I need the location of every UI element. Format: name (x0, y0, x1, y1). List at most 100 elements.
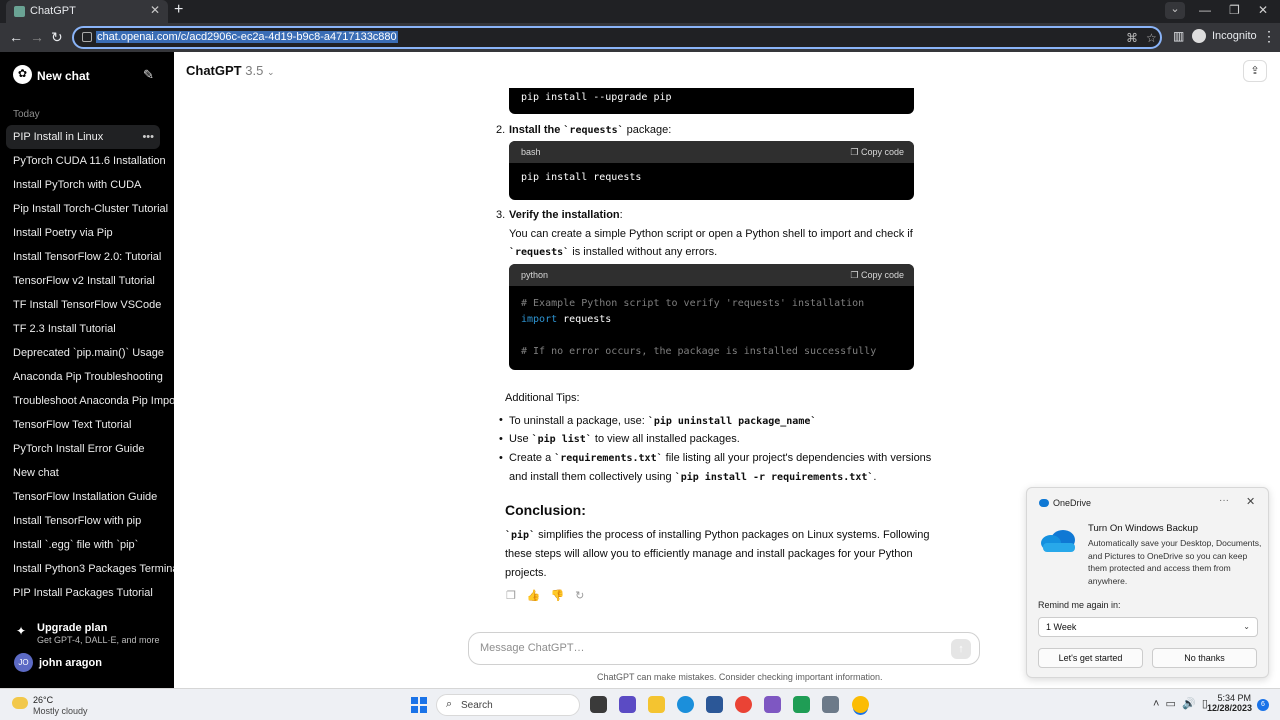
history-item[interactable]: TF Install TensorFlow VSCode (0, 293, 174, 317)
back-icon[interactable]: ← (9, 29, 23, 45)
history-item[interactable]: PyTorch Install Error Guide (0, 437, 174, 461)
tab-close-icon[interactable]: ✕ (150, 3, 160, 17)
bookmark-star-icon[interactable]: ☆ (1146, 31, 1157, 45)
lets-get-started-button[interactable]: Let's get started (1038, 648, 1143, 668)
new-chat-button[interactable]: New chat (37, 69, 90, 83)
remind-label: Remind me again in: (1038, 600, 1121, 610)
history-item[interactable]: PyTorch CUDA 11.6 Installation (0, 149, 174, 173)
tab-search-icon[interactable]: ⌄ (1165, 2, 1185, 19)
message-input[interactable]: Message ChatGPT… (480, 642, 585, 654)
regenerate-icon[interactable]: ↻ (575, 589, 584, 602)
history-item[interactable]: TF 2.3 Install Tutorial (0, 317, 174, 341)
chevron-down-icon: ⌄ (266, 67, 275, 77)
taskbar-search[interactable]: ⌕ Search (436, 694, 580, 716)
window-close-icon[interactable]: ✕ (1258, 3, 1268, 17)
model-version: 3.5 (245, 63, 264, 78)
copy-code-button[interactable]: ❐ Copy code (850, 264, 904, 286)
browser-tab[interactable]: ChatGPT ✕ (6, 0, 168, 23)
history-item[interactable]: Install Python3 Packages Terminal (0, 557, 174, 581)
history-item[interactable]: TensorFlow v2 Install Tutorial (0, 269, 174, 293)
incognito-tracking-icon[interactable]: ⌘ (1126, 31, 1138, 45)
tip-text: To uninstall a package, use: (509, 415, 648, 427)
thumbs-up-icon[interactable]: 👍 (527, 589, 541, 602)
clock[interactable]: 5:34 PM 12/28/2023 (1207, 693, 1252, 713)
share-icon[interactable]: ⇪ (1243, 60, 1267, 82)
restore-icon[interactable]: ❐ (1229, 3, 1240, 17)
chevron-down-icon: ⌄ (1243, 622, 1250, 631)
inline-code: `pip` (505, 530, 536, 541)
model-selector[interactable]: ChatGPT 3.5 ⌄ (186, 63, 275, 78)
history-item[interactable]: Anaconda Pip Troubleshooting (0, 365, 174, 389)
side-panel-icon[interactable]: ▥ (1173, 29, 1184, 43)
code-text: # Example Python script to verify 'reque… (509, 286, 914, 369)
reload-icon[interactable]: ↻ (51, 29, 63, 46)
browser-menu-icon[interactable]: ⋮ (1262, 28, 1276, 45)
app-icon[interactable] (822, 696, 839, 713)
app-icon[interactable] (764, 696, 781, 713)
history-item[interactable]: Install TensorFlow with pip (0, 509, 174, 533)
chrome-icon[interactable] (735, 696, 752, 713)
inline-code: `pip install -r requirements.txt` (674, 472, 874, 483)
weather-desc: Mostly cloudy (33, 706, 88, 716)
openai-logo-icon[interactable]: ✿ (13, 65, 32, 84)
history-section-label: Today (13, 109, 40, 120)
incognito-icon (1192, 29, 1206, 43)
store-icon[interactable] (706, 696, 723, 713)
upgrade-title: Upgrade plan (37, 622, 108, 634)
history-item[interactable]: Install `.egg` file with `pip` (0, 533, 174, 557)
sparkle-icon: ✦ (16, 624, 27, 638)
history-item[interactable]: PIP Install Packages Tutorial (0, 581, 174, 605)
chat-app-icon[interactable] (619, 696, 636, 713)
excel-icon[interactable] (793, 696, 810, 713)
forward-icon[interactable]: → (30, 29, 44, 45)
list-number: 2. (496, 124, 506, 136)
tip-item-continuation: and install them collectively using `pip… (509, 471, 876, 483)
address-bar[interactable]: chat.openai.com/c/acd2906c-ec2a-4d19-b9c… (72, 26, 1162, 49)
history-item[interactable]: Install Poetry via Pip (0, 221, 174, 245)
no-thanks-button[interactable]: No thanks (1152, 648, 1257, 668)
copy-code-button[interactable]: ❐ Copy code (850, 141, 904, 163)
bullet: • (499, 414, 503, 426)
code-block: pip install --upgrade pip (509, 88, 914, 114)
history-item[interactable]: Install TensorFlow 2.0: Tutorial (0, 245, 174, 269)
history-item[interactable]: Deprecated `pip.main()` Usage (0, 341, 174, 365)
more-options-icon[interactable]: ··· (1219, 495, 1229, 506)
site-info-icon[interactable] (82, 32, 92, 42)
avatar: JO (14, 653, 33, 672)
close-icon[interactable]: ✕ (1246, 495, 1255, 508)
onedrive-icon (1039, 499, 1049, 507)
edit-icon[interactable]: ✎ (143, 67, 154, 83)
notification-badge[interactable]: 6 (1257, 699, 1269, 711)
more-options-icon[interactable]: ••• (142, 125, 154, 149)
system-tray[interactable]: ˄ ▭ 🔊 ▯ (1153, 697, 1208, 710)
thumbs-down-icon[interactable]: 👎 (551, 589, 565, 602)
copy-icon[interactable]: ❐ (506, 589, 516, 602)
model-name: ChatGPT (186, 63, 242, 78)
new-tab-icon[interactable]: + (174, 1, 183, 19)
paragraph: You can create a simple Python script or… (509, 228, 913, 240)
history-item[interactable]: Install PyTorch with CUDA (0, 173, 174, 197)
incognito-profile[interactable]: Incognito (1192, 29, 1257, 43)
chrome-active-icon[interactable] (852, 696, 869, 713)
history-item[interactable]: TensorFlow Installation Guide (0, 485, 174, 509)
time: 5:34 PM (1217, 693, 1251, 703)
remind-select[interactable]: 1 Week ⌄ (1038, 617, 1258, 637)
file-explorer-icon[interactable] (648, 696, 665, 713)
tip-item: Create a `requirements.txt` file listing… (509, 452, 931, 464)
history-item[interactable]: TensorFlow Text Tutorial (0, 413, 174, 437)
minimize-icon[interactable]: — (1199, 3, 1211, 17)
send-icon[interactable]: ↑ (951, 639, 971, 659)
task-view-icon[interactable] (590, 696, 607, 713)
tip-item: To uninstall a package, use: `pip uninst… (509, 415, 816, 427)
edge-icon[interactable] (677, 696, 694, 713)
url-text[interactable]: chat.openai.com/c/acd2906c-ec2a-4d19-b9c… (96, 31, 398, 43)
message-composer[interactable]: Message ChatGPT… ↑ (468, 632, 980, 665)
history-item-active[interactable]: PIP Install in Linux ••• (6, 125, 160, 149)
start-icon[interactable] (411, 697, 427, 713)
conclusion-heading: Conclusion: (505, 502, 586, 518)
step-heading: Install the `requests` package: (509, 124, 671, 136)
history-item[interactable]: New chat (0, 461, 174, 485)
history-item[interactable]: Pip Install Torch-Cluster Tutorial (0, 197, 174, 221)
history-item[interactable]: Troubleshoot Anaconda Pip Import (0, 389, 174, 413)
code-language: bash (521, 147, 541, 157)
